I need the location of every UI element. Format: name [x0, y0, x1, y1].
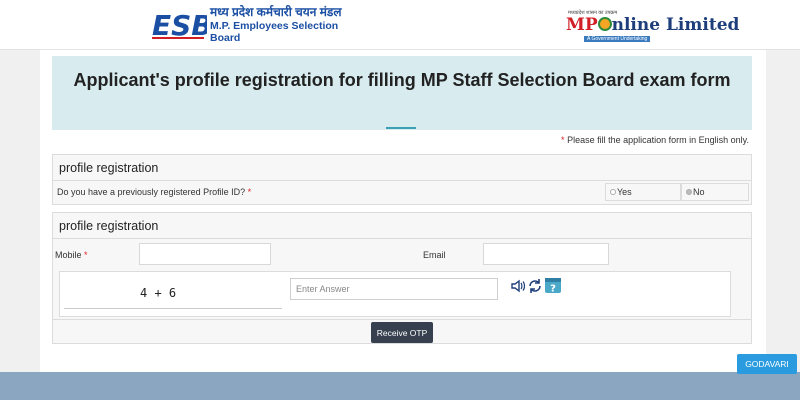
captcha-underline [64, 308, 282, 309]
mponline-name: nline Limited [611, 15, 740, 35]
captcha-row: 4 + 6 ? [59, 271, 731, 317]
question-text: Do you have a previously registered Prof… [57, 187, 246, 197]
note-text: Please fill the application form in Engl… [564, 135, 749, 145]
esb-logo[interactable]: ESB मध्य प्रदेश कर्मचारी चयन मंडल M.P. E… [152, 5, 362, 44]
mponline-globe-icon [597, 17, 612, 31]
esb-english-name: M.P. Employees Selection Board [210, 19, 339, 44]
esb-logo-icon: ESB [152, 9, 213, 42]
email-input[interactable] [483, 243, 609, 265]
receive-otp-button[interactable]: Receive OTP [371, 322, 433, 343]
page-title: Applicant's profile registration for fil… [73, 70, 731, 90]
submit-row: Receive OTP [53, 319, 751, 344]
english-only-note: * Please fill the application form in En… [561, 135, 749, 145]
help-icon[interactable]: ? [544, 278, 562, 298]
mponline-logo[interactable]: मध्यप्रदेश शासन का उपक्रम MP nline Limite… [566, 10, 739, 42]
radio-yes[interactable]: Yes [605, 183, 681, 201]
svg-text:?: ? [550, 284, 556, 295]
godavari-button[interactable]: GODAVARI [737, 354, 797, 374]
captcha-question: 4 + 6 [140, 286, 177, 300]
mobile-label: Mobile * [55, 250, 88, 260]
radio-no-label: No [693, 187, 705, 197]
footer-bar [0, 372, 800, 400]
section-heading: profile registration [53, 213, 751, 239]
radio-no-dot[interactable] [686, 189, 692, 195]
speaker-icon[interactable] [510, 278, 526, 298]
esb-logo-mark: ESB [152, 9, 213, 42]
svg-text:ESB: ESB [152, 9, 207, 41]
title-underline [386, 127, 416, 129]
title-banner: Applicant's profile registration for fil… [52, 56, 752, 130]
main-panel: Applicant's profile registration for fil… [40, 50, 766, 372]
radio-no[interactable]: No [681, 183, 749, 201]
required-star: * [247, 187, 252, 197]
email-label: Email [423, 250, 446, 260]
mobile-input[interactable] [139, 243, 271, 265]
radio-yes-label: Yes [617, 187, 632, 197]
refresh-icon[interactable] [527, 278, 543, 298]
captcha-answer-input[interactable] [290, 278, 498, 300]
required-star: * [84, 250, 88, 260]
profile-id-section: profile registration Do you have a previ… [52, 154, 752, 205]
registration-section: profile registration Mobile * Email 4 + … [52, 212, 752, 344]
profile-id-question: Do you have a previously registered Prof… [57, 187, 251, 197]
esb-hindi-name: मध्य प्रदेश कर्मचारी चयन मंडल [210, 5, 342, 20]
radio-yes-dot[interactable] [610, 189, 616, 195]
mponline-mp: MP [566, 15, 598, 35]
site-header: ESB मध्य प्रदेश कर्मचारी चयन मंडल M.P. E… [0, 0, 800, 50]
section-heading: profile registration [53, 155, 751, 181]
mobile-label-text: Mobile [55, 250, 82, 260]
mponline-subtitle: A Government Undertaking [584, 36, 651, 42]
